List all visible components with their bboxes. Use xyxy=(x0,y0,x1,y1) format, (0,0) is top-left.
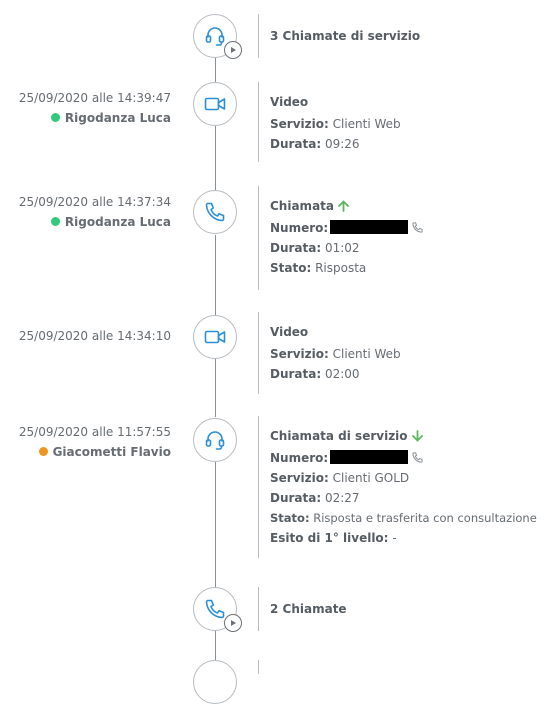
group-title: 3 Chiamate di servizio xyxy=(270,29,421,43)
entry-timestamp: 25/09/2020 alle 11:57:55 xyxy=(18,425,171,439)
durata-value: 01:02 xyxy=(324,241,360,255)
servizio-row: Servizio: Clienti Web xyxy=(270,114,551,134)
entry-title: Chiamata di servizio xyxy=(270,416,551,444)
play-icon[interactable] xyxy=(224,614,242,632)
entry-agent: Rigodanza Luca xyxy=(0,110,171,126)
entry-agent: Rigodanza Luca xyxy=(0,214,171,230)
numero-row: Numero: xyxy=(270,218,551,238)
stato-label: Stato: xyxy=(270,261,312,275)
video-node[interactable] xyxy=(193,315,237,359)
durata-label: Durata: xyxy=(270,241,322,255)
arrow-up-icon xyxy=(338,200,349,212)
redacted-number xyxy=(330,450,409,464)
durata-label: Durata: xyxy=(270,491,322,505)
durata-value: 09:26 xyxy=(324,137,360,151)
durata-row: Durata: 02:27 xyxy=(270,488,551,508)
entry-card[interactable]: Video Servizio: Clienti Web Durata: 02:0… xyxy=(258,312,551,394)
stato-row: Stato: Risposta xyxy=(270,258,551,278)
entry-title: Chiamata xyxy=(270,186,551,214)
entry-card[interactable]: Video Servizio: Clienti Web Durata: 09:2… xyxy=(258,82,551,162)
group-card-services[interactable]: 3 Chiamate di servizio xyxy=(258,14,551,58)
durata-label: Durata: xyxy=(270,367,322,381)
timeline-line xyxy=(215,58,216,82)
phone-small-icon[interactable] xyxy=(411,451,424,464)
group-headset-node[interactable] xyxy=(193,14,242,59)
headset-icon xyxy=(205,431,225,450)
timeline-line xyxy=(215,235,216,315)
status-away-dot xyxy=(38,447,48,456)
servizio-value: Clienti Web xyxy=(332,347,401,361)
entry-title: Video xyxy=(270,325,309,339)
stato-row: Stato: Risposta e trasferita con consult… xyxy=(270,508,551,528)
entry-timestamp: 25/09/2020 alle 14:37:34 xyxy=(18,195,171,209)
stato-value: Risposta xyxy=(315,261,367,275)
entry-title-text: Chiamata xyxy=(270,199,334,213)
esito-value: - xyxy=(392,531,397,545)
video-node[interactable] xyxy=(193,82,237,126)
durata-value: 02:00 xyxy=(324,367,360,381)
play-icon[interactable] xyxy=(224,41,242,59)
entry-timestamp: 25/09/2020 alle 14:39:47 xyxy=(18,91,171,105)
agent-name: Giacometti Flavio xyxy=(52,445,171,459)
timeline-line xyxy=(215,631,216,660)
timeline-line xyxy=(215,462,216,587)
phone-small-icon[interactable] xyxy=(411,221,424,234)
numero-label: Numero: xyxy=(270,451,329,465)
entry-card[interactable]: Chiamata di servizio Numero: Servizio: C… xyxy=(258,416,551,558)
servizio-value: Clienti Web xyxy=(332,117,401,131)
stato-value: Risposta e trasferita con consultazione xyxy=(313,511,537,525)
numero-row: Numero: xyxy=(270,448,551,468)
next-card[interactable] xyxy=(258,660,551,674)
servizio-row: Servizio: Clienti GOLD xyxy=(270,468,551,488)
redacted-number xyxy=(330,220,409,234)
group-title: 2 Chiamate xyxy=(270,602,347,616)
stato-label: Stato: xyxy=(270,511,310,525)
servizio-label: Servizio: xyxy=(270,471,329,485)
group-card-calls[interactable]: 2 Chiamate xyxy=(258,587,551,631)
durata-row: Durata: 01:02 xyxy=(270,238,551,258)
arrow-down-icon xyxy=(411,430,423,442)
durata-value: 02:27 xyxy=(324,491,360,505)
entry-timestamp: 25/09/2020 alle 14:34:10 xyxy=(18,329,171,343)
service-call-node[interactable] xyxy=(193,418,237,462)
durata-label: Durata: xyxy=(270,137,322,151)
next-node[interactable] xyxy=(193,660,237,704)
numero-label: Numero: xyxy=(270,221,329,235)
durata-row: Durata: 09:26 xyxy=(270,134,551,154)
servizio-value: Clienti GOLD xyxy=(332,471,410,485)
call-node[interactable] xyxy=(193,190,237,234)
video-camera-icon xyxy=(204,97,226,111)
agent-name: Rigodanza Luca xyxy=(64,111,171,125)
servizio-label: Servizio: xyxy=(270,347,329,361)
esito-row: Esito di 1° livello: - xyxy=(270,528,551,548)
phone-icon xyxy=(205,202,225,222)
status-online-dot xyxy=(50,113,60,122)
phone-icon xyxy=(205,599,225,619)
durata-row: Durata: 02:00 xyxy=(270,364,551,384)
entry-card[interactable]: Chiamata Numero: Durata: 01:02 Stato: Ri… xyxy=(258,186,551,290)
headset-icon xyxy=(205,27,225,46)
timeline-line xyxy=(215,359,216,417)
entry-agent: Giacometti Flavio xyxy=(0,444,171,460)
agent-name: Rigodanza Luca xyxy=(64,215,171,229)
video-camera-icon xyxy=(204,330,226,344)
entry-title-text: Chiamata di servizio xyxy=(270,429,408,443)
esito-label: Esito di 1° livello: xyxy=(270,531,389,545)
group-phone-node[interactable] xyxy=(193,587,242,632)
servizio-label: Servizio: xyxy=(270,117,329,131)
servizio-row: Servizio: Clienti Web xyxy=(270,344,551,364)
status-online-dot xyxy=(50,217,60,226)
timeline-line xyxy=(215,126,216,190)
entry-title: Video xyxy=(270,95,309,109)
